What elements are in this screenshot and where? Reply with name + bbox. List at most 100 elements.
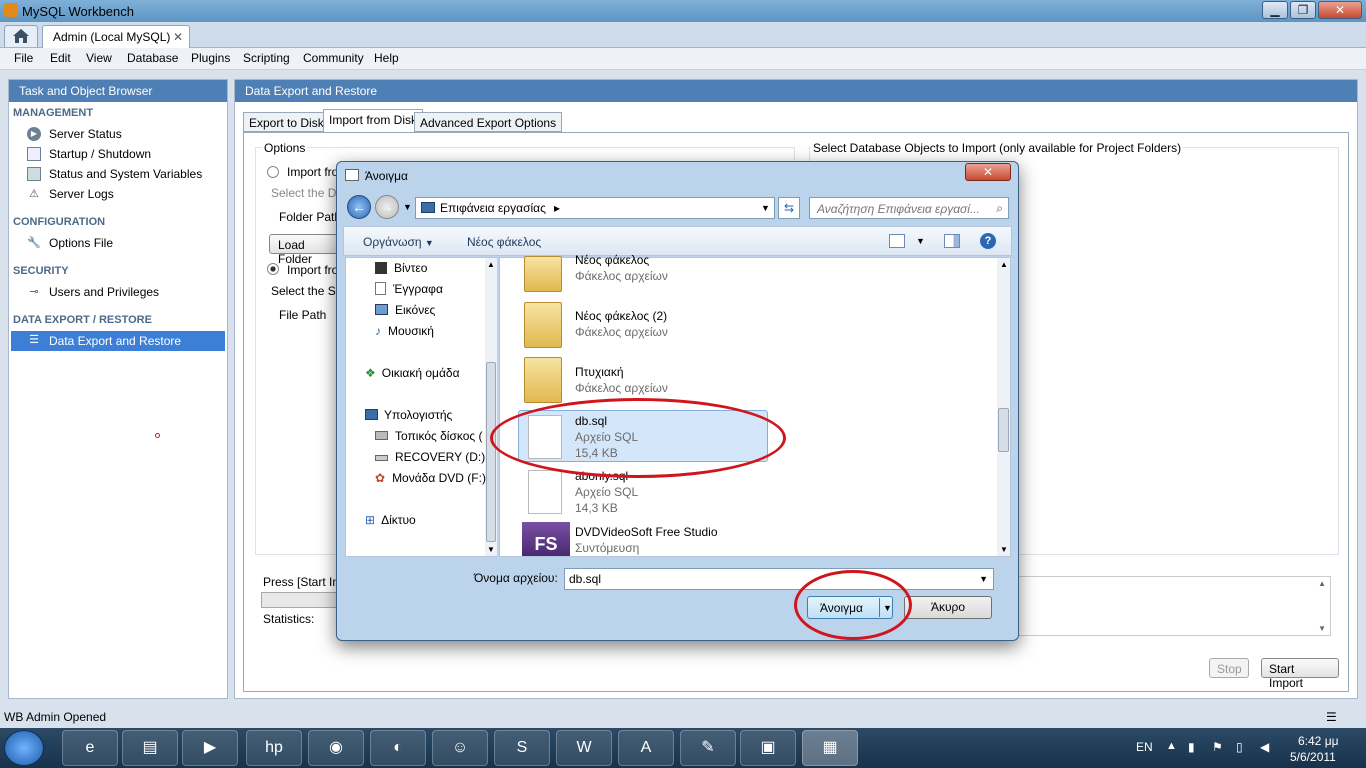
home-tab[interactable] [4,25,38,47]
hp-taskbar-icon[interactable]: hp [246,730,302,766]
word-taskbar-icon[interactable]: W [556,730,612,766]
language-indicator[interactable]: EN [1136,740,1153,754]
media-taskbar-icon[interactable]: ▶ [182,730,238,766]
address-dropdown-icon[interactable]: ▼ [761,203,770,213]
nav-item-computer[interactable]: Υπολογιστής [365,408,452,422]
nav-item-network[interactable]: ⊞ Δίκτυο [365,513,416,527]
tab-close-icon[interactable]: ✕ [173,30,183,44]
nav-item-dvd[interactable]: ✿ Μονάδα DVD (F:) [375,471,486,485]
sidebar-item-server-status[interactable]: ▶ Server Status [9,125,227,143]
list-item[interactable]: Νέος φάκελος (2) Φάκελος αρχείων [520,302,770,352]
tab-admin-local[interactable]: Admin (Local MySQL) ✕ [42,25,190,48]
back-button[interactable]: ← [347,195,371,219]
log-area: ▲ ▼ [1017,576,1331,636]
clock-date[interactable]: 5/6/2011 [1290,750,1336,764]
filename-dropdown-icon[interactable]: ▼ [979,574,988,584]
flag-icon[interactable]: ⚑ [1212,740,1223,754]
start-import-button[interactable]: Start Import [1261,658,1339,690]
explorer-taskbar-icon[interactable]: ▤ [122,730,178,766]
file-scroll-down-icon[interactable]: ▼ [1000,545,1008,554]
nav-item-pictures[interactable]: Εικόνες [375,303,435,317]
options-label: Options [262,141,308,155]
tab-advanced-export-options[interactable]: Advanced Export Options [414,112,563,132]
nav-item-videos[interactable]: Βίντεο [375,261,427,275]
view-chevron-icon[interactable]: ▼ [916,236,925,246]
new-folder-button[interactable]: Νέος φάκελος [467,235,541,249]
address-bar[interactable]: Επιφάνεια εργασίας ▸ ▼ [415,197,775,219]
file-scroll-up-icon[interactable]: ▲ [1000,260,1008,269]
chrome-taskbar-icon[interactable]: ◉ [308,730,364,766]
wrench-icon: 🔧 [27,237,41,249]
scroll-up-icon[interactable]: ▲ [1318,579,1326,588]
file-scroll-thumb[interactable] [998,408,1009,452]
nav-item-homegroup[interactable]: ❖ Οικιακή ομάδα [365,366,460,380]
start-button[interactable] [4,730,44,766]
sidebar-item-status-variables[interactable]: Status and System Variables [9,165,227,183]
nav-scrollbar[interactable]: ▲ ▼ [485,258,497,556]
help-icon[interactable]: ? [980,233,996,249]
firefox-taskbar-icon[interactable]: ◐ [370,730,426,766]
list-item[interactable]: FS DVDVideoSoft Free Studio Συντόμευση [520,522,770,556]
dialog-close-button[interactable]: ✕ [965,163,1011,181]
sidebar-item-startup-shutdown[interactable]: Startup / Shutdown [9,145,227,163]
clock-time[interactable]: 6:42 μμ [1298,734,1339,748]
skype-taskbar-icon[interactable]: S [494,730,550,766]
close-button[interactable]: ✕ [1318,1,1362,19]
menu-edit[interactable]: Edit [50,51,71,65]
tray-arrow-icon[interactable]: ▲ [1166,740,1177,752]
forward-button[interactable]: → [375,195,399,219]
menu-plugins[interactable]: Plugins [191,51,230,65]
sidebar-item-options-file[interactable]: 🔧 Options File [9,234,227,252]
sidebar-item-users-privileges[interactable]: ⊸ Users and Privileges [9,283,227,301]
nav-item-documents[interactable]: Έγγραφα [375,282,443,296]
tab-export-to-disk[interactable]: Export to Disk [243,112,330,132]
nav-item-recovery[interactable]: RECOVERY (D:) [375,450,485,464]
menu-community[interactable]: Community [303,51,364,65]
nav-scroll-down-icon[interactable]: ▼ [487,545,495,554]
file-size: 14,3 KB [575,501,618,515]
menu-file[interactable]: File [14,51,33,65]
signal-icon[interactable]: ▮ [1188,740,1195,754]
nav-scroll-thumb[interactable] [486,362,496,542]
file-type: Φάκελος αρχείων [575,269,668,283]
sidebar-item-server-logs[interactable]: ⚠ Server Logs [9,185,227,203]
breadcrumb-arrow-icon[interactable]: ▸ [554,201,560,215]
ie-taskbar-icon[interactable]: e [62,730,118,766]
panel-toggle-icon[interactable]: ☰ [1326,710,1337,724]
folder-path-label: Folder Path [279,210,342,224]
messenger-taskbar-icon[interactable]: ☺ [432,730,488,766]
scroll-down-icon[interactable]: ▼ [1318,624,1326,633]
sidebar-item-data-export-restore[interactable]: ☰ Data Export and Restore [11,331,225,351]
import-file-radio[interactable] [267,263,279,275]
photo-taskbar-icon[interactable]: ▣ [740,730,796,766]
refresh-icon[interactable]: ⇆ [778,197,800,219]
file-scrollbar[interactable]: ▲ ▼ [997,258,1010,556]
nav-item-music[interactable]: ♪ Μουσική [375,324,434,338]
import-folder-radio[interactable] [267,166,279,178]
maximize-button[interactable]: ❐ [1290,1,1316,19]
power-icon[interactable]: ▯ [1236,740,1243,754]
menu-database[interactable]: Database [127,51,178,65]
menu-scripting[interactable]: Scripting [243,51,290,65]
organize-button[interactable]: Οργάνωση ▼ [363,235,434,249]
volume-icon[interactable]: ◀ [1260,740,1269,754]
menu-help[interactable]: Help [374,51,399,65]
tab-import-from-disk[interactable]: Import from Disk [323,109,424,132]
load-folder-button[interactable]: Load Folder [269,234,341,266]
search-box[interactable]: Αναζήτηση Επιφάνεια εργασί... ⌕ [809,197,1009,219]
stop-button[interactable]: Stop [1209,658,1249,678]
preview-pane-icon[interactable] [944,234,960,248]
nav-item-local-disk[interactable]: Τοπικός δίσκος ( [375,429,483,443]
history-chevron-icon[interactable]: ▼ [403,202,412,212]
list-item[interactable]: Νέος φάκελος Φάκελος αρχείων [520,253,770,296]
acrobat-taskbar-icon[interactable]: A [618,730,674,766]
filename-input[interactable]: db.sql ▼ [564,568,994,590]
minimize-button[interactable]: ▁ [1262,1,1288,19]
view-options-icon[interactable] [889,234,905,248]
key-icon: ⊸ [29,286,39,298]
menu-view[interactable]: View [86,51,112,65]
nav-scroll-up-icon[interactable]: ▲ [487,260,495,269]
workbench-taskbar-icon[interactable]: ▦ [802,730,858,766]
cancel-button[interactable]: Άκυρο [904,596,992,619]
paint-taskbar-icon[interactable]: ✎ [680,730,736,766]
